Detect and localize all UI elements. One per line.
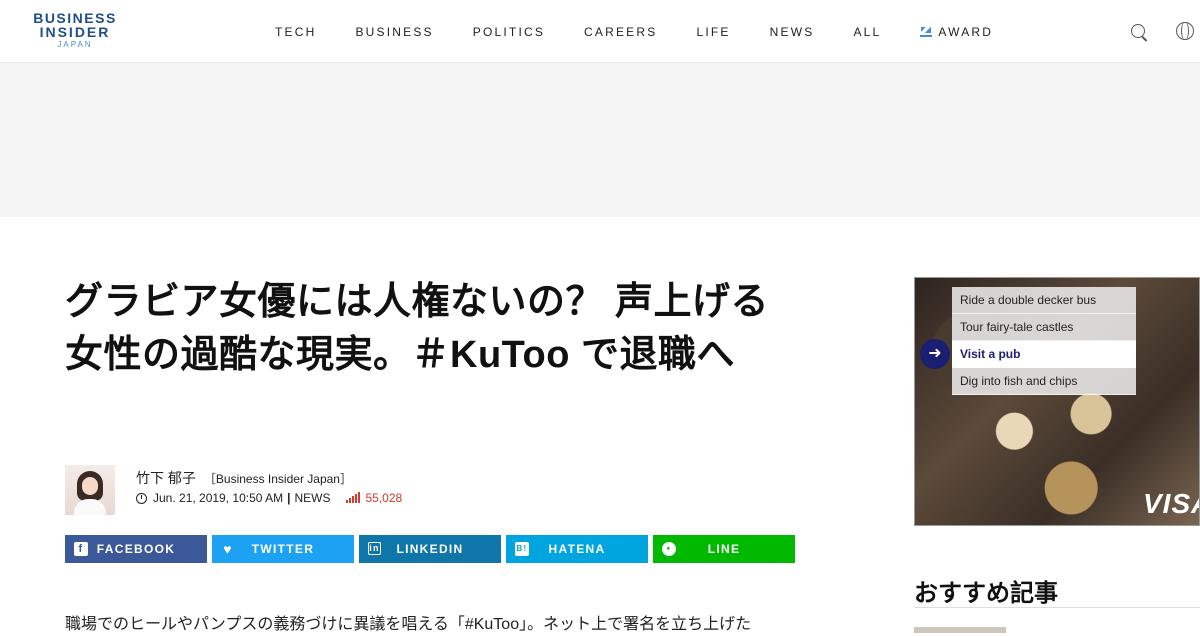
share-facebook-button[interactable]: f FACEBOOK [65, 535, 207, 563]
visa-logo: VISA [1143, 488, 1199, 519]
twitter-icon: ♥ [223, 541, 233, 557]
nav-careers[interactable]: CAREERS [584, 25, 657, 39]
logo-line-1: BUSINESS [33, 10, 117, 26]
recommended-heading: おすすめ記事 [914, 580, 1058, 607]
nav-all[interactable]: ALL [853, 25, 881, 39]
clock-icon [136, 492, 147, 504]
top-ad-banner [0, 63, 1200, 217]
nav-politics[interactable]: POLITICS [473, 25, 545, 39]
logo-line-2: INSIDER [39, 24, 111, 40]
ad-option-3[interactable]: Visit a pub [952, 341, 1136, 368]
view-count: 55,028 [346, 491, 402, 505]
article-title: グラビア女優には人権ないの？ 声上げる女性の過酷な現実。＃KuToo で退職へ [65, 281, 770, 376]
share-twitter-button[interactable]: ♥ TWITTER [212, 535, 354, 563]
ad-option-menu: Ride a double decker bus Tour fairy-tale… [952, 287, 1136, 395]
author-org: ［Business Insider Japan］ [203, 472, 352, 486]
avatar-face [82, 477, 98, 495]
nav-award[interactable]: AWARD [920, 25, 993, 39]
ad-option-1[interactable]: Ride a double decker bus [952, 287, 1136, 314]
ad-option-2[interactable]: Tour fairy-tale castles [952, 314, 1136, 341]
facebook-icon: f [74, 542, 88, 556]
site-header: BUSINESS INSIDER JAPAN TECH BUSINESS POL… [0, 0, 1200, 63]
author-avatar[interactable] [65, 465, 115, 515]
signal-bars-icon [346, 492, 361, 503]
author-name[interactable]: 竹下 郁子 [136, 470, 196, 486]
recommended-thumbnail[interactable] [914, 627, 1006, 633]
nav-award-label: AWARD [938, 25, 994, 39]
hatena-icon: B! [515, 542, 529, 556]
share-linkedin-button[interactable]: in LINKEDIN [359, 535, 501, 563]
linkedin-icon: in [368, 542, 381, 555]
globe-icon[interactable] [1176, 22, 1194, 40]
nav-business[interactable]: BUSINESS [355, 25, 433, 39]
logo-line-3: JAPAN [57, 40, 93, 49]
article-body-first-line: 職場でのヒールやパンプスの義務づけに異議を唱える「#KuToo」。ネット上で署名… [65, 616, 752, 633]
arrow-right-icon[interactable]: ➜ [920, 339, 950, 369]
publish-date: Jun. 21, 2019, 10:50 AM [153, 491, 284, 505]
nav-life[interactable]: LIFE [696, 25, 730, 39]
article-meta: Jun. 21, 2019, 10:50 AM | NEWS 55,028 [136, 491, 402, 505]
site-logo[interactable]: BUSINESS INSIDER JAPAN [30, 11, 120, 50]
article-category[interactable]: NEWS [294, 491, 330, 505]
share-hatena-button[interactable]: B! HATENA [506, 535, 648, 563]
search-icon[interactable] [1131, 24, 1145, 38]
crown-icon [920, 27, 933, 37]
ad-option-4[interactable]: Dig into fish and chips [952, 368, 1136, 395]
meta-separator: | [287, 491, 291, 505]
view-count-value: 55,028 [365, 491, 403, 505]
side-ad-visa[interactable]: Ride a double decker bus Tour fairy-tale… [914, 277, 1200, 526]
nav-news[interactable]: NEWS [770, 25, 815, 39]
avatar-body [74, 499, 106, 515]
line-icon: ● [662, 542, 676, 556]
recommended-divider [914, 607, 1200, 608]
nav-tech[interactable]: TECH [275, 25, 316, 39]
author-line: 竹下 郁子 ［Business Insider Japan］ [136, 468, 352, 488]
share-line-button[interactable]: ● LINE [653, 535, 795, 563]
main-nav: TECH BUSINESS POLITICS CAREERS LIFE NEWS… [275, 25, 1032, 39]
